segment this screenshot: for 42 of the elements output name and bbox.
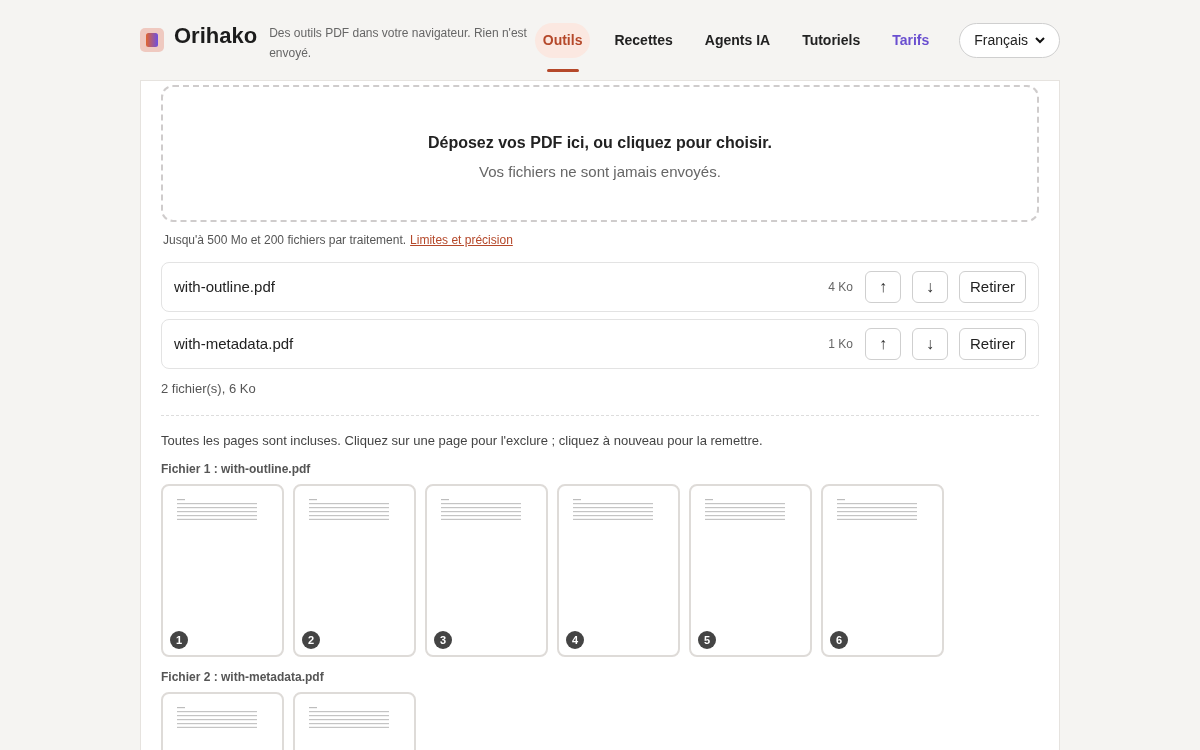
nav-tab[interactable]: Tarifs [884,22,938,58]
limits-link[interactable]: Limites et précision [410,231,513,249]
brand-name: Orihako [174,21,258,50]
instructions: Toutes les pages sont incluses. Cliquez sur une page pour l'exclure ; cliquez à nouveau pour la remettre. [161,432,764,450]
active-tab-indicator [546,68,579,72]
file-name: with-outline.pdf [174,276,275,297]
language-select[interactable]: Français [959,22,1060,58]
document-heading: Fichier 1 : with-outline.pdf [161,461,312,477]
tagline: Des outils PDF dans votre navigateur. Rien n'est envoyé. [269,25,528,62]
page-thumbnail[interactable]: 3 [425,484,548,657]
limits-note: Jusqu'à 500 Mo et 200 fichiers par traitement. [163,232,407,249]
nav-tab[interactable]: Outils [534,22,591,58]
page-number-badge: 6 [830,631,848,649]
remove-button[interactable]: Retirer [959,271,1026,303]
page-number-badge: 4 [566,631,584,649]
nav-tab[interactable]: Recettes [606,22,681,58]
remove-button[interactable]: Retirer [959,328,1026,360]
dropzone-subtitle: Vos fichiers ne sont jamais envoyés. [479,162,721,183]
page-number-badge: 1 [170,631,188,649]
move-down-button[interactable]: ↓ [912,328,948,360]
file-size: 4 Ko [828,279,853,296]
page-thumbnail[interactable]: 5 [689,484,812,657]
file-dropzone[interactable]: Déposez vos PDF ici, ou cliquez pour choisir. Vos fichiers ne sont jamais envoyés. [161,85,1039,222]
move-down-button[interactable]: ↓ [912,271,948,303]
logo-icon [140,28,164,52]
page-thumbnail[interactable]: 4 [557,484,680,657]
document-heading: Fichier 2 : with-metadata.pdf [161,669,325,685]
page-thumbnail[interactable]: 2 [293,484,416,657]
file-size: 1 Ko [828,336,853,353]
file-name: with-metadata.pdf [174,333,294,354]
page-number-badge: 2 [302,631,320,649]
page-number-badge: 3 [434,631,452,649]
chevron-down-icon [1035,36,1045,44]
page-thumbnail[interactable]: 1 [161,484,284,657]
page-number-badge: 5 [698,631,716,649]
move-up-button[interactable]: ↑ [865,328,901,360]
nav-tab[interactable]: Tutoriels [794,22,869,58]
nav-tab[interactable]: Agents IA [696,22,779,58]
dropzone-title: Déposez vos PDF ici, ou cliquez pour choisir. [427,133,773,154]
move-up-button[interactable]: ↑ [865,271,901,303]
files-summary: 2 fichier(s), 6 Ko [161,380,257,398]
page-thumbnail[interactable]: 6 [821,484,944,657]
